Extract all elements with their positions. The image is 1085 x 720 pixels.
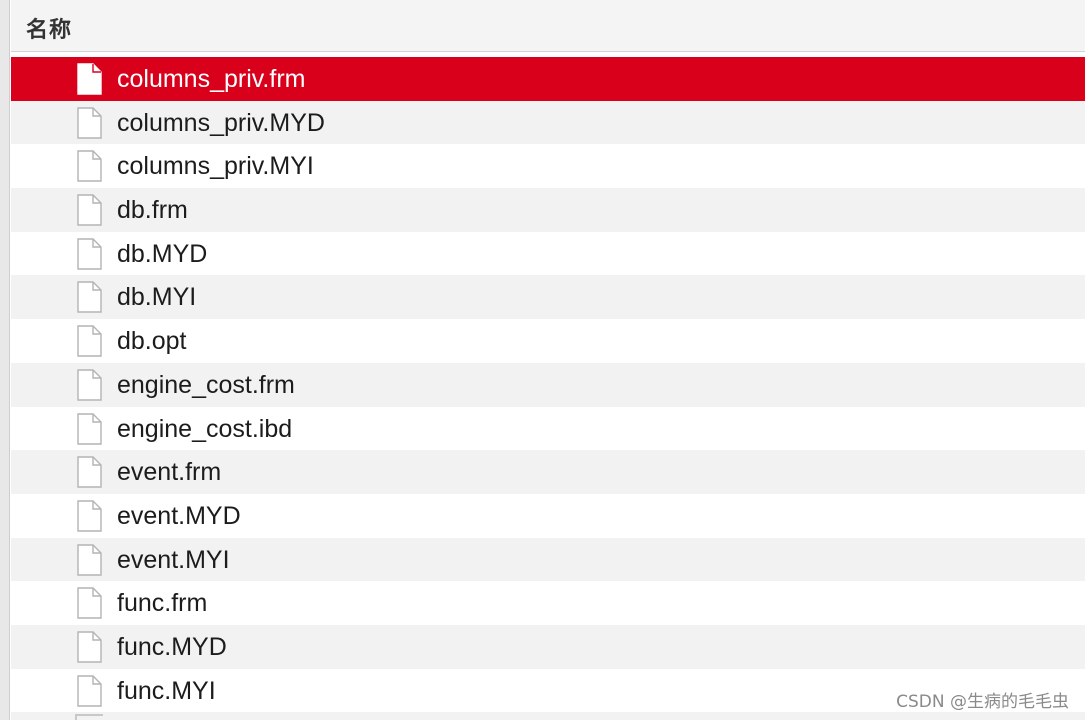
file-name: db.opt — [117, 327, 187, 356]
file-row[interactable]: func.frm — [11, 581, 1085, 625]
document-icon — [75, 500, 103, 532]
column-header[interactable]: 名称 — [11, 0, 1085, 52]
file-row[interactable]: func.MYD — [11, 624, 1085, 669]
file-row[interactable]: engine_cost.ibd — [11, 406, 1085, 451]
file-name: func.MYI — [117, 676, 216, 705]
file-row[interactable]: columns_priv.MYI — [11, 144, 1085, 189]
file-row[interactable]: db.opt — [11, 319, 1085, 363]
document-icon — [75, 150, 103, 183]
document-icon — [75, 238, 103, 270]
file-list[interactable]: columns_priv.frm columns_priv.MYD columns_… — [11, 57, 1085, 713]
file-row[interactable]: db.MYI — [11, 275, 1085, 320]
document-icon — [75, 631, 103, 663]
file-name: db.MYD — [117, 239, 208, 268]
file-name: db.MYI — [117, 283, 197, 312]
document-icon — [75, 281, 103, 314]
file-name: func.frm — [117, 589, 208, 618]
file-row[interactable]: db.MYD — [11, 231, 1085, 276]
file-row[interactable]: event.frm — [11, 450, 1085, 494]
file-name: engine_cost.ibd — [117, 414, 293, 443]
file-row[interactable]: engine_cost.frm — [11, 362, 1085, 407]
file-name: event.MYI — [117, 545, 230, 574]
file-name: columns_priv.frm — [117, 65, 306, 93]
file-name: engine_cost.frm — [117, 370, 295, 399]
watermark: CSDN @生病的毛毛虫 — [896, 692, 1069, 712]
file-name: event.MYD — [117, 501, 241, 530]
file-row[interactable]: event.MYI — [11, 537, 1085, 582]
document-icon — [75, 714, 103, 720]
document-icon — [75, 674, 103, 707]
file-row[interactable]: columns_priv.MYD — [11, 100, 1085, 145]
document-icon — [75, 412, 103, 445]
document-icon — [75, 63, 103, 95]
document-icon — [75, 194, 103, 226]
document-icon — [75, 369, 103, 401]
file-name: db.frm — [117, 196, 188, 225]
document-icon — [75, 106, 103, 139]
document-icon — [75, 456, 103, 488]
name-column-label: 名称 — [26, 18, 73, 43]
document-icon — [75, 587, 103, 619]
file-name: columns_priv.MYI — [117, 152, 314, 181]
file-name: columns_priv.MYD — [117, 108, 325, 137]
left-pane-edge — [0, 0, 10, 720]
document-icon — [75, 325, 103, 357]
file-name: event.frm — [117, 458, 222, 487]
file-row[interactable]: db.frm — [11, 188, 1085, 232]
partial-list-item[interactable] — [11, 712, 1085, 720]
file-row[interactable]: event.MYD — [11, 493, 1085, 538]
file-row[interactable]: columns_priv.frm — [11, 57, 1085, 101]
document-icon — [75, 543, 103, 576]
file-name: func.MYD — [117, 632, 227, 661]
